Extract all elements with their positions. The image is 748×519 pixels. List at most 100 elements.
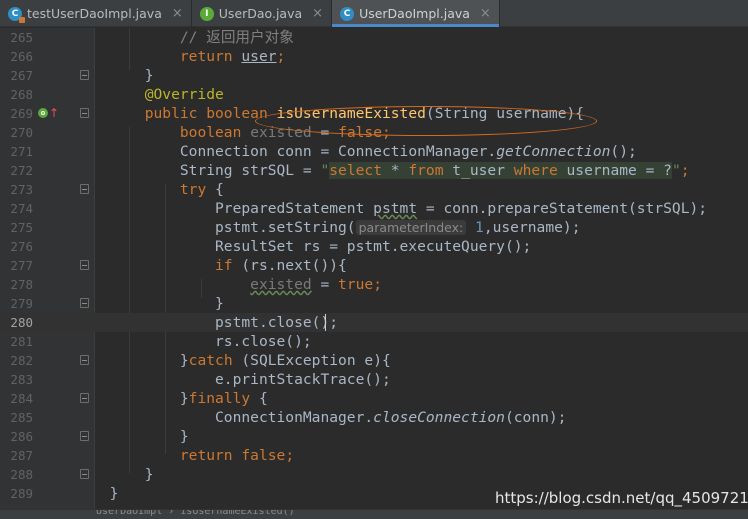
fold-icon[interactable] <box>80 355 89 365</box>
code-fragment: Connection conn = ConnectionManager. <box>179 143 497 160</box>
brace: } <box>144 466 154 483</box>
fold-icon[interactable] <box>80 260 89 270</box>
code-line[interactable]: 288 } <box>0 465 748 484</box>
keyword: boolean <box>179 124 242 141</box>
fold-icon[interactable] <box>80 70 89 80</box>
code-line[interactable]: 271 Connection conn = ConnectionManager.… <box>0 142 748 161</box>
keyword: if <box>215 257 233 274</box>
code-fragment: e.printStackTrace(); <box>215 371 391 388</box>
class-icon-letter: C <box>343 8 351 19</box>
watermark-text: https://blog.csdn.net/qq_45097213 <box>495 489 748 507</box>
highlight-circle-annotation <box>255 106 597 136</box>
code-line[interactable]: 273 try { <box>0 180 748 199</box>
keyword: catch <box>188 352 233 369</box>
fold-icon[interactable] <box>80 393 89 403</box>
code-line[interactable]: 279 } <box>0 294 748 313</box>
tab-userdaoimpl[interactable]: C UserDaoImpl.java × <box>332 0 500 27</box>
override-marker-icon[interactable]: o <box>38 108 48 118</box>
tab-label: UserDaoImpl.java <box>359 6 470 21</box>
line-number: 280 <box>10 315 33 330</box>
fold-icon[interactable] <box>80 184 89 194</box>
string-quote: " <box>320 162 330 179</box>
line-number: 271 <box>10 144 33 159</box>
line-number: 282 <box>10 353 33 368</box>
code-text: pstmt.close(); <box>92 313 338 332</box>
code-line[interactable]: 281 rs.close(); <box>0 332 748 351</box>
code-text: pstmt.setString(parameterIndex: 1,userna… <box>92 218 580 237</box>
code-fragment: (conn); <box>504 409 567 426</box>
code-fragment: { <box>206 181 224 198</box>
code-text: } <box>92 427 189 446</box>
comment: // 返回用户对象 <box>179 29 294 46</box>
code-line[interactable]: 284 }finally { <box>0 389 748 408</box>
line-number: 275 <box>10 220 33 235</box>
code-text: } <box>92 66 154 85</box>
code-line[interactable]: 275 pstmt.setString(parameterIndex: 1,us… <box>0 218 748 237</box>
code-line[interactable]: 282 }catch (SQLException e){ <box>0 351 748 370</box>
line-number: 267 <box>10 68 33 83</box>
code-fragment: String strSQL = <box>179 162 321 179</box>
code-line-current[interactable]: 280 pstmt.close(); <box>0 313 748 332</box>
tab-userdao[interactable]: I UserDao.java × <box>192 0 333 27</box>
editor-tab-bar: C testUserDaoImpl.java × I UserDao.java … <box>0 0 748 27</box>
code-fragment: rs.close(); <box>215 333 312 350</box>
code-line[interactable]: 274 PreparedStatement pstmt = conn.prepa… <box>0 199 748 218</box>
line-number: 272 <box>10 163 33 178</box>
code-line[interactable]: 278 existed = true; <box>0 275 748 294</box>
code-fragment: PreparedStatement <box>215 200 374 217</box>
code-line[interactable]: 276 ResultSet rs = pstmt.executeQuery(); <box>0 237 748 256</box>
code-fragment: ,username); <box>483 219 581 236</box>
code-line[interactable]: 287 return false; <box>0 446 748 465</box>
semicolon: ; <box>276 48 286 65</box>
static-method: closeConnection <box>373 409 505 426</box>
breadcrumb-bar: UserDaoImpl › isUsernameExisted() <box>0 509 748 519</box>
number-literal: 1 <box>475 219 484 236</box>
fold-icon[interactable] <box>80 469 89 479</box>
arrow-up-icon[interactable]: ↑ <box>49 105 59 121</box>
code-text: PreparedStatement pstmt = conn.prepareSt… <box>92 199 707 218</box>
fold-icon[interactable] <box>80 298 89 308</box>
code-text: } <box>92 484 119 503</box>
line-number: 270 <box>10 125 33 140</box>
keyword: try <box>179 181 207 198</box>
code-fragment: pstmt.close(); <box>215 314 339 331</box>
code-text: rs.close(); <box>92 332 312 351</box>
code-line[interactable]: 265 // 返回用户对象 <box>0 28 748 47</box>
tab-testuserdaoimpl[interactable]: C testUserDaoImpl.java × <box>0 0 192 27</box>
code-line[interactable]: 277 if (rs.next()){ <box>0 256 748 275</box>
line-number: 277 <box>10 258 33 273</box>
code-text: }finally { <box>92 389 268 408</box>
code-line[interactable]: 272 String strSQL = "select * from t_use… <box>0 161 748 180</box>
code-line[interactable]: 285 ConnectionManager.closeConnection(co… <box>0 408 748 427</box>
code-line[interactable]: 283 e.printStackTrace(); <box>0 370 748 389</box>
variable: user <box>241 48 277 65</box>
brace: } <box>215 295 224 312</box>
code-fragment: ResultSet rs = pstmt.executeQuery(); <box>215 238 532 255</box>
code-line[interactable]: 268 @Override <box>0 85 748 104</box>
code-editor[interactable]: 265 // 返回用户对象 266 return user; 267 } 268… <box>0 28 748 519</box>
breadcrumb[interactable]: UserDaoImpl › isUsernameExisted() <box>96 510 295 517</box>
tab-label: testUserDaoImpl.java <box>27 6 162 21</box>
code-line[interactable]: 286 } <box>0 427 748 446</box>
code-line[interactable]: 267 } <box>0 66 748 85</box>
fold-icon[interactable] <box>80 431 89 441</box>
code-text: existed = true; <box>92 275 382 294</box>
static-method: getConnection <box>496 143 611 160</box>
code-text: String strSQL = "select * from t_user wh… <box>92 161 690 180</box>
line-number: 278 <box>10 277 33 292</box>
code-line[interactable]: 266 return user; <box>0 47 748 66</box>
close-icon[interactable]: × <box>172 6 183 21</box>
brace: } <box>144 67 154 84</box>
semicolon: ; <box>680 162 690 179</box>
close-icon[interactable]: × <box>480 6 491 21</box>
line-number: 287 <box>10 448 33 463</box>
text-caret <box>325 314 326 331</box>
literal: false <box>241 447 286 464</box>
brace: } <box>179 352 189 369</box>
line-number: 273 <box>10 182 33 197</box>
line-number: 289 <box>10 486 33 501</box>
line-number: 281 <box>10 334 33 349</box>
fold-icon[interactable] <box>80 108 89 118</box>
interface-icon: I <box>199 6 214 21</box>
close-icon[interactable]: × <box>312 6 323 21</box>
